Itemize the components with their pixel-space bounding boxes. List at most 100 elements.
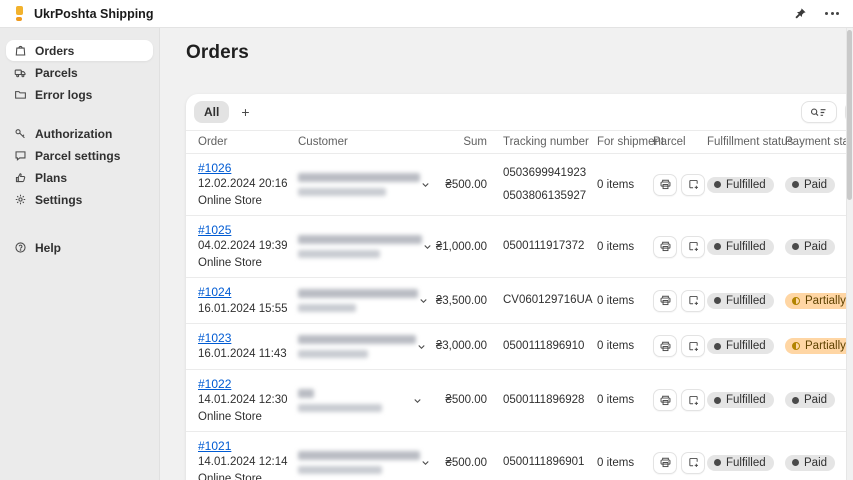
tracking-number: 0500111917372	[503, 235, 591, 258]
order-table-row: #102316.01.2024 11:43₴3,000.000500111896…	[186, 324, 853, 370]
order-date: 16.01.2024 11:43	[198, 347, 298, 363]
fulfillment-status-badge: Fulfilled	[707, 293, 774, 309]
add-view-button[interactable]: +	[233, 102, 257, 122]
create-parcel-button[interactable]	[681, 452, 705, 474]
chevron-down-icon	[420, 457, 431, 468]
print-label-button[interactable]	[653, 389, 677, 411]
customer-phone-redacted	[298, 304, 356, 312]
payment-cell: Paid	[785, 239, 853, 255]
order-cell: #102504.02.2024 19:39Online Store	[198, 222, 298, 271]
tracking-number-cell: 05036999419230503806135927	[491, 162, 591, 208]
create-parcel-button[interactable]	[681, 174, 705, 196]
order-link[interactable]: #1023	[198, 330, 231, 346]
sidebar-item-parcel-settings[interactable]: Parcel settings	[6, 145, 153, 166]
sidebar-item-label: Parcel settings	[35, 149, 120, 163]
customer-name-redacted	[298, 289, 418, 298]
create-parcel-button[interactable]	[681, 290, 705, 312]
customer-cell	[298, 335, 433, 358]
order-table-row: #102416.01.2024 15:55₴3,500.00CV06012971…	[186, 278, 853, 324]
column-header-for-shipment: For shipment	[591, 136, 653, 148]
sidebar-item-settings[interactable]: Settings	[6, 189, 153, 210]
sidebar-item-orders[interactable]: Orders	[6, 40, 153, 61]
customer-expand-chevron[interactable]	[412, 395, 423, 406]
print-label-button[interactable]	[653, 452, 677, 474]
scrollbar	[846, 28, 853, 480]
status-dot-icon	[714, 343, 721, 350]
column-header-order: Order	[198, 136, 298, 148]
order-table-row: #102214.01.2024 12:30Online Store₴500.00…	[186, 370, 853, 432]
sidebar-item-authorization[interactable]: Authorization	[6, 123, 153, 144]
status-dot-icon	[714, 397, 721, 404]
sidebar-item-label: Settings	[35, 193, 82, 207]
payment-cell: Paid	[785, 455, 853, 471]
more-menu-icon[interactable]	[823, 10, 841, 17]
order-link[interactable]: #1025	[198, 222, 231, 238]
pin-icon[interactable]	[791, 5, 809, 23]
status-dot-icon	[714, 181, 721, 188]
sidebar-item-help[interactable]: Help	[6, 237, 153, 258]
half-circle-icon	[792, 342, 800, 350]
for-shipment-cell: 0 items	[591, 179, 653, 191]
sidebar-item-plans[interactable]: Plans	[6, 167, 153, 188]
create-parcel-button[interactable]	[681, 236, 705, 258]
customer-expand-chevron[interactable]	[418, 295, 429, 306]
tabbar: All +	[186, 94, 853, 130]
sidebar-item-error-logs[interactable]: Error logs	[6, 84, 153, 105]
print-label-button[interactable]	[653, 290, 677, 312]
order-link[interactable]: #1022	[198, 376, 231, 392]
customer-name-redacted	[298, 235, 422, 244]
order-table-row: #102612.02.2024 20:16Online Store₴500.00…	[186, 154, 853, 216]
order-cell: #102214.01.2024 12:30Online Store	[198, 376, 298, 425]
create-parcel-button[interactable]	[681, 335, 705, 357]
create-parcel-icon	[687, 294, 700, 307]
tracking-number: 0503806135927	[503, 185, 591, 208]
print-label-button[interactable]	[653, 236, 677, 258]
for-shipment-cell: 0 items	[591, 394, 653, 406]
fulfillment-status-label: Fulfilled	[726, 340, 766, 352]
customer-expand-chevron[interactable]	[420, 179, 431, 190]
sidebar-item-parcels[interactable]: Parcels	[6, 62, 153, 83]
orders-card: All + Order Customer Sum Tracking number…	[186, 94, 853, 480]
scrollbar-thumb[interactable]	[847, 30, 852, 200]
fulfillment-status-badge: Fulfilled	[707, 338, 774, 354]
create-parcel-button[interactable]	[681, 389, 705, 411]
order-date: 16.01.2024 15:55	[198, 302, 298, 318]
fulfillment-status-label: Fulfilled	[726, 295, 766, 307]
sum-cell: ₴3,500.00	[433, 295, 491, 307]
tab-all[interactable]: All	[194, 101, 229, 123]
order-link[interactable]: #1026	[198, 160, 231, 176]
print-label-button[interactable]	[653, 335, 677, 357]
search-filter-button[interactable]	[801, 101, 837, 123]
customer-phone-redacted	[298, 466, 382, 474]
status-dot-icon	[714, 459, 721, 466]
key-icon	[14, 127, 27, 140]
create-parcel-icon	[687, 178, 700, 191]
sidebar: Orders Parcels Error logs Authorization …	[0, 28, 160, 480]
customer-expand-chevron[interactable]	[422, 241, 433, 252]
customer-name-redacted	[298, 335, 416, 344]
customer-expand-chevron[interactable]	[420, 457, 431, 468]
print-label-button[interactable]	[653, 174, 677, 196]
chat-bubble-icon	[14, 149, 27, 162]
order-link[interactable]: #1021	[198, 438, 231, 454]
printer-icon	[659, 240, 672, 253]
customer-expand-chevron[interactable]	[416, 341, 427, 352]
order-link[interactable]: #1024	[198, 284, 231, 300]
payment-status-badge: Partially paid	[785, 338, 853, 354]
app-title: UkrPoshta Shipping	[34, 7, 153, 21]
fulfillment-status-badge: Fulfilled	[707, 239, 774, 255]
status-dot-icon	[792, 459, 799, 466]
tracking-number-cell: 0500111896910	[491, 335, 591, 358]
create-parcel-icon	[687, 456, 700, 469]
payment-status-badge: Paid	[785, 455, 835, 471]
printer-icon	[659, 294, 672, 307]
status-dot-icon	[792, 181, 799, 188]
customer-cell	[298, 289, 433, 312]
orders-bag-icon	[14, 44, 27, 57]
customer-cell	[298, 451, 433, 474]
folder-icon	[14, 88, 27, 101]
column-header-sum: Sum	[433, 136, 491, 148]
customer-phone-redacted	[298, 250, 380, 258]
order-table-row: #102114.01.2024 12:14Online Store₴500.00…	[186, 432, 853, 480]
create-parcel-icon	[687, 394, 700, 407]
